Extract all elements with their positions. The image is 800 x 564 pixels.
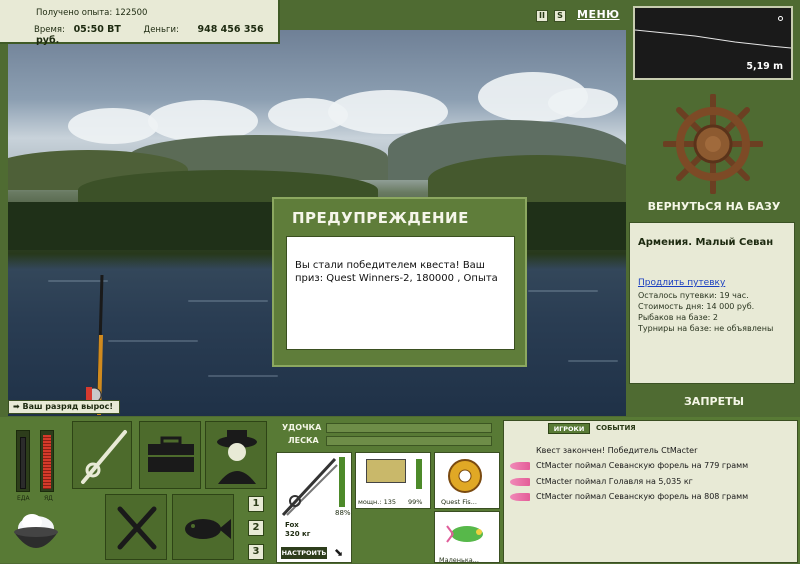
reel-percent: 99% [408, 498, 423, 506]
rod-load: 320 кг [285, 530, 311, 538]
page-1-button[interactable]: 1 [248, 496, 264, 512]
reel-power: мощн.: 135 [358, 498, 396, 506]
time-value: 05:50 ВТ [73, 24, 121, 35]
fork-knife-icon [117, 506, 157, 550]
rod-and-reel-icon [81, 430, 127, 484]
reel-wear-bar [416, 459, 422, 489]
rank-notice-text: Ваш разряд вырос! [22, 402, 114, 411]
rank-up-notice[interactable]: ➡ Ваш разряд вырос! [8, 400, 120, 414]
line-tension-meter [326, 436, 492, 446]
configure-button[interactable]: НАСТРОИТЬ [281, 547, 327, 559]
lure-bullet-icon [510, 462, 530, 470]
rod-wear-bar [339, 457, 345, 507]
event-item: CtMacter поймал Голавля на 5,035 кг [536, 477, 693, 486]
rod-slot[interactable] [72, 421, 132, 489]
s-button[interactable]: S [554, 10, 566, 22]
player-info-panel: Получено опыта: 122500 Время: 05:50 ВТ Д… [0, 0, 280, 46]
cauldron-icon[interactable] [10, 508, 62, 560]
arrow-right-icon: ➡ [13, 402, 20, 411]
rod-icon [281, 457, 338, 517]
base-title: Армения. Малый Севан [638, 237, 774, 248]
bobber-marker-icon [778, 16, 783, 21]
expand-arrow-icon[interactable]: ⬊ [334, 546, 343, 559]
rod-tension-meter [326, 423, 492, 433]
return-to-base-button[interactable]: ВЕРНУТЬСЯ НА БАЗУ [628, 200, 800, 213]
experience-value: 122500 [114, 8, 148, 18]
tab-events[interactable]: СОБЫТИЯ [596, 424, 636, 432]
menu-button[interactable]: МЕНЮ [577, 8, 620, 21]
dialog-message: Вы стали победителем квеста! Ваш приз: Q… [286, 236, 515, 350]
fishing-rod-icon[interactable] [80, 275, 120, 415]
lure-bullet-icon [510, 493, 530, 501]
tackle-box-slot[interactable] [139, 421, 201, 489]
reel-card[interactable]: мощн.: 135 99% [355, 452, 431, 509]
extend-permit-link[interactable]: Продлить путевку [638, 278, 786, 288]
event-item: CtMacter поймал Севанскую форель на 779 … [536, 461, 749, 470]
lure-bullet-icon [510, 478, 530, 486]
fisherman-avatar-icon [217, 430, 257, 484]
event-item: CtMacter поймал Севанскую форель на 808 … [536, 492, 749, 501]
rod-name: Fox [285, 521, 299, 529]
line-card[interactable]: Quest Fis... [434, 452, 500, 509]
line-meter-label: ЛЕСКА [288, 436, 319, 445]
permit-remaining: Осталось путевки: 19 час. [638, 291, 749, 300]
tackle-box-icon [148, 436, 194, 472]
depth-value: 5,19 m [746, 61, 783, 72]
food-gauge [16, 430, 30, 492]
pause-button[interactable]: II [536, 10, 548, 22]
reel-icon [366, 459, 406, 483]
depth-sonar: 5,19 m [633, 6, 793, 80]
warning-dialog: ПРЕДУПРЕЖДЕНИЕ Вы стали победителем квес… [272, 197, 527, 367]
catch-slot[interactable] [172, 494, 234, 560]
poison-gauge [40, 430, 54, 492]
line-name: Quest Fis... [441, 498, 477, 506]
lure-card[interactable]: Маленька... [434, 511, 500, 564]
base-info-card: Армения. Малый Севан Продлить путевку Ос… [629, 222, 795, 384]
tournaments-status: Турниры на базе: не объявлены [638, 324, 774, 333]
poison-gauge-label: ЯД [44, 495, 53, 502]
time-label: Время: [34, 25, 65, 35]
anglers-count: Рыбаков на базе: 2 [638, 313, 718, 322]
lure-icon [446, 525, 483, 543]
food-gauge-label: ЕДА [17, 495, 30, 502]
experience-label: Получено опыта: [36, 8, 113, 18]
event-item: Квест закончен! Победитель CtMacter [536, 446, 698, 455]
page-2-button[interactable]: 2 [248, 520, 264, 536]
page-3-button[interactable]: 3 [248, 544, 264, 560]
restrictions-button[interactable]: ЗАПРЕТЫ [628, 395, 800, 408]
money-label: Деньги: [143, 25, 179, 35]
fisherman-slot[interactable] [205, 421, 267, 489]
fish-icon [185, 519, 231, 539]
rod-percent: 88% [335, 509, 351, 517]
ship-wheel-icon[interactable] [663, 94, 763, 194]
dialog-title: ПРЕДУПРЕЖДЕНИЕ [292, 209, 469, 227]
line-spool-icon [448, 459, 482, 493]
rod-meter-label: УДОЧКА [282, 423, 322, 432]
food-slot[interactable] [105, 494, 167, 560]
day-cost: Стоимость дня: 14 000 руб. [638, 302, 755, 311]
tab-players[interactable]: ИГРОКИ [548, 423, 590, 434]
